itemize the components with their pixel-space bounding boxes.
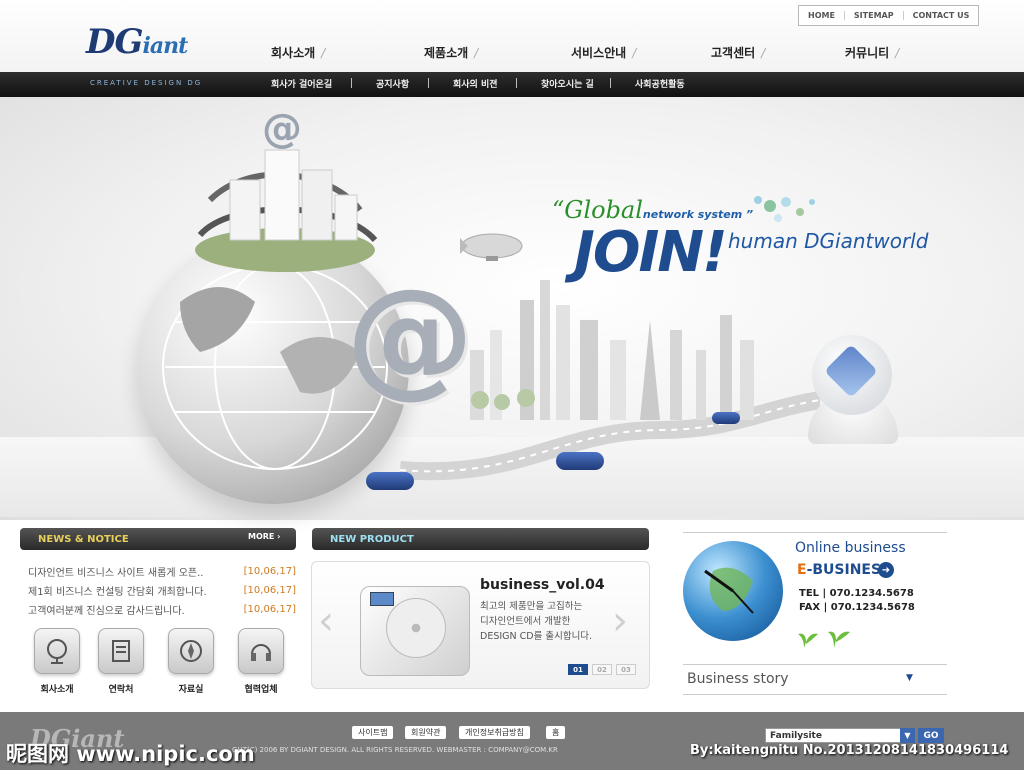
clock-hands-icon	[704, 567, 754, 614]
quick-link-archive[interactable]: 자료실	[166, 628, 216, 695]
sprout-icon	[798, 631, 850, 648]
news-item[interactable]: 디자인언트 비즈니스 사이트 새롭게 오픈.. [10,06,17]	[28, 562, 296, 581]
join-subheadline: human DGiantworld	[728, 229, 929, 253]
divider	[683, 664, 947, 665]
chevron-down-icon[interactable]: ▼	[900, 728, 915, 743]
family-site-select[interactable]: Familysite	[765, 728, 915, 743]
quick-link-label: 회사소개	[40, 685, 74, 695]
subnav-history[interactable]: 회사가 걸어온길	[271, 77, 332, 90]
nav-customer-center[interactable]: 고객센터 /	[711, 44, 765, 61]
sitemap-link[interactable]: SITEMAP	[845, 11, 903, 20]
compass-icon	[168, 628, 214, 674]
subnav-notice[interactable]: 공지사항	[376, 77, 409, 90]
divider	[683, 694, 947, 695]
subnav-divider	[428, 78, 429, 88]
nav-community[interactable]: 커뮤니티 /	[845, 44, 899, 61]
news-more-button[interactable]: MORE ›	[248, 532, 280, 541]
ebusiness-link[interactable]: E-BUSINESS	[797, 562, 891, 578]
subnav-vision[interactable]: 회사의 비젼	[453, 77, 498, 90]
cd-screen	[370, 592, 394, 606]
page-button-3[interactable]: 03	[616, 664, 636, 675]
page-button-2[interactable]: 02	[592, 664, 612, 675]
subnav-divider	[610, 78, 611, 88]
tel-number: TEL | 070.1234.5678	[799, 588, 914, 599]
car-icon	[556, 452, 604, 470]
watermark-left: 昵图网 www.nipic.com	[6, 742, 255, 766]
headset-icon	[238, 628, 284, 674]
decorative-dots	[754, 196, 815, 222]
news-item[interactable]: 고객여러분께 진심으로 감사드립니다. [10,06,17]	[28, 600, 296, 619]
prev-arrow-icon[interactable]: ‹	[318, 598, 334, 644]
globe-icon	[34, 628, 80, 674]
product-name[interactable]: business_vol.04	[480, 577, 605, 593]
news-item-title: 디자인언트 비즈니스 사이트 새롭게 오픈..	[28, 568, 204, 579]
home-link[interactable]: HOME	[799, 11, 844, 20]
quick-link-partners[interactable]: 협력업체	[236, 628, 286, 695]
product-section-title: NEW PRODUCT	[330, 533, 414, 545]
site-logo[interactable]: DGiant	[86, 22, 189, 62]
nav-company[interactable]: 회사소개 /	[271, 44, 325, 61]
watermark-right: By:kaitengnitu No.20131208141830496114	[690, 743, 1009, 758]
fax-number: FAX | 070.1234.5678	[799, 602, 915, 613]
footer-terms-button[interactable]: 회원약관	[405, 726, 447, 739]
logo-rest: iant	[142, 33, 189, 59]
news-title: NEWS & NOTICE	[38, 533, 129, 545]
divider	[683, 532, 947, 533]
at-sign-large: @	[346, 262, 474, 411]
quick-link-label: 자료실	[178, 685, 204, 695]
subnav-social[interactable]: 사회공헌활동	[635, 77, 685, 90]
go-button[interactable]: GO	[918, 728, 944, 743]
business-story-link[interactable]: Business story	[687, 671, 789, 687]
quick-link-label: 협력업체	[244, 685, 278, 695]
news-item-date: [10,06,17]	[243, 604, 296, 615]
miniature-city	[195, 149, 378, 272]
news-item-date: [10,06,17]	[243, 585, 296, 596]
notepad-icon	[98, 628, 144, 674]
contact-us-link[interactable]: CONTACT US	[904, 11, 979, 20]
car-icon	[712, 412, 740, 424]
footer-sitemap-button[interactable]: 사이트맵	[352, 726, 394, 739]
news-item[interactable]: 제1회 비즈니스 컨설팅 간담회 개최합니다. [10,06,17]	[28, 581, 296, 600]
utility-links: HOME SITEMAP CONTACT US	[798, 5, 980, 26]
contact-numbers: TEL | 070.1234.5678 FAX | 070.1234.5678	[799, 587, 915, 615]
cd-disc-icon	[386, 598, 446, 658]
online-business-title: Online business	[795, 540, 906, 556]
news-item-title: 제1회 비즈니스 컨설팅 간담회 개최합니다.	[28, 587, 207, 598]
logo-main: DG	[86, 22, 144, 62]
copyright-text: GHT(C) 2006 BY DGIANT DESIGN. ALL RIGHTS…	[232, 746, 558, 754]
footer-privacy-button[interactable]: 개인정보취급방침	[459, 726, 530, 739]
subnav-directions[interactable]: 찾아오시는 길	[541, 77, 594, 90]
footer-home-button[interactable]: 홈	[546, 726, 566, 739]
nav-products[interactable]: 제품소개 /	[424, 44, 478, 61]
news-item-title: 고객여러분께 진심으로 감사드립니다.	[28, 606, 185, 617]
page-button-1[interactable]: 01	[568, 664, 588, 675]
quick-link-label: 연락처	[108, 685, 134, 695]
dropdown-arrow-icon[interactable]: ▼	[906, 673, 913, 683]
news-list: 디자인언트 비즈니스 사이트 새롭게 오픈.. [10,06,17] 제1회 비즈…	[28, 562, 296, 619]
car-icon	[366, 472, 414, 490]
nav-services[interactable]: 서비스안내 /	[571, 44, 636, 61]
quick-link-contact[interactable]: 연락처	[96, 628, 146, 695]
arrow-right-icon[interactable]: ➜	[878, 562, 894, 578]
at-sign-small: @	[262, 106, 302, 152]
blimp-icon	[460, 233, 523, 261]
product-header: NEW PRODUCT	[312, 528, 649, 550]
city-skyline	[470, 280, 754, 420]
tagline: CREATIVE DESIGN DG	[90, 79, 203, 87]
subnav-divider	[516, 78, 517, 88]
subnav-divider	[351, 78, 352, 88]
product-description: 최고의 제품만을 고집하는 디자인언트에서 개발한 DESIGN CD를 출시합…	[480, 601, 593, 642]
join-headline: JOIN!	[574, 220, 728, 285]
quick-link-company[interactable]: 회사소개	[32, 628, 82, 695]
news-item-date: [10,06,17]	[243, 566, 296, 577]
